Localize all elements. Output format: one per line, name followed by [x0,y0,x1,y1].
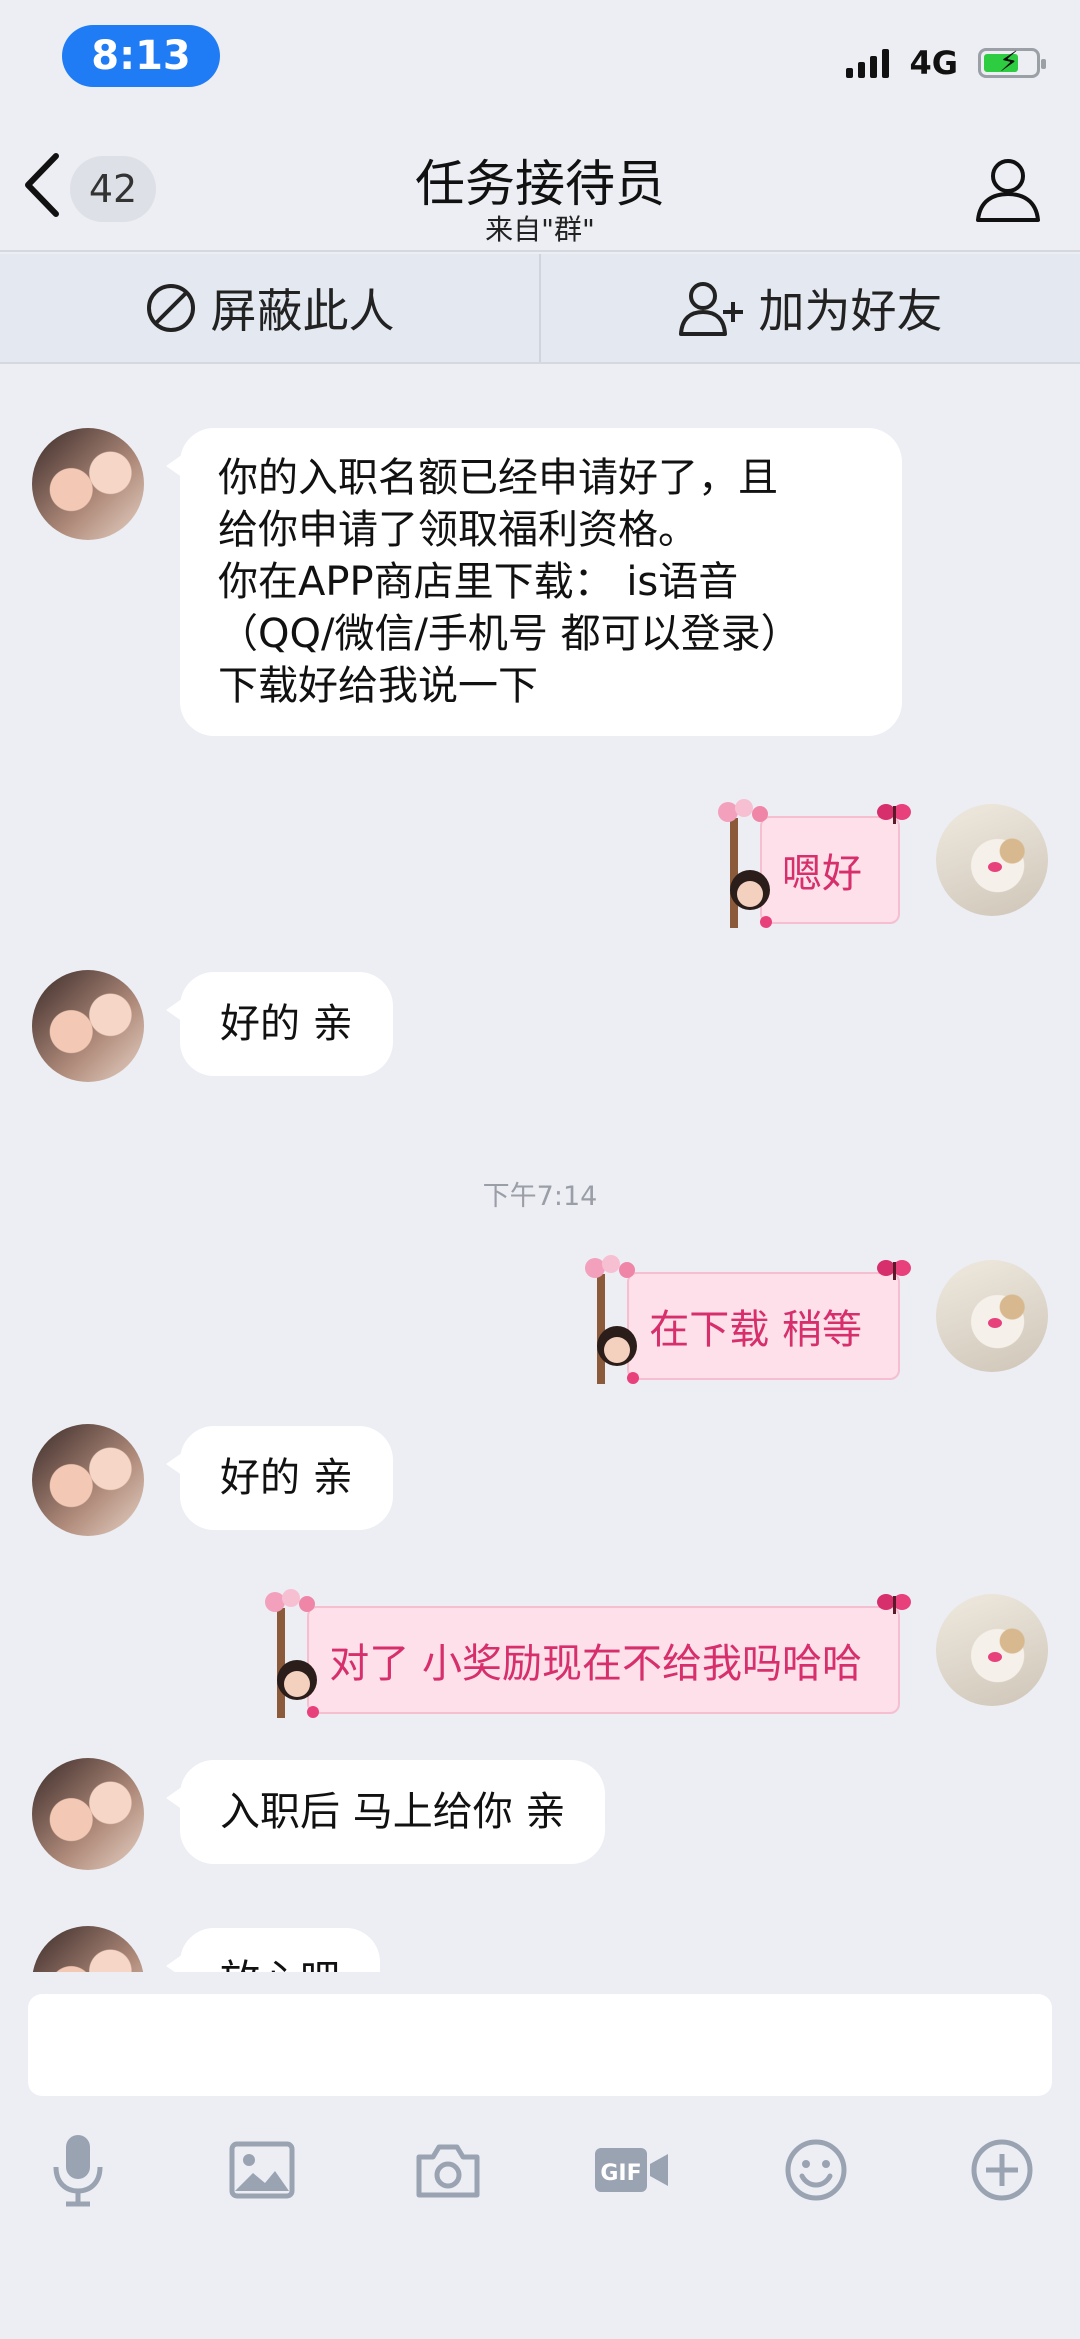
contact-avatar[interactable] [32,428,144,540]
status-indicators: 4G ⚡ [846,44,1046,82]
butterfly-icon [877,1260,911,1280]
add-friend-button[interactable]: 加为好友 [539,254,1080,362]
input-toolbar: GIF [0,2130,1080,2210]
message-line: （QQ/微信/手机号 都可以登录） [218,611,801,657]
chat-title: 任务接待员 [415,155,665,213]
message-text: 好的 亲 [220,1455,353,1501]
svg-text:GIF: GIF [600,2161,641,2186]
message-text: 对了 小奖励现在不给我吗哈哈 [329,1641,862,1687]
my-avatar[interactable] [936,1260,1048,1372]
my-avatar[interactable] [936,1594,1048,1706]
battery-icon: ⚡ [978,47,1046,78]
network-type: 4G [909,44,958,82]
message-bubble[interactable]: 对了 小奖励现在不给我吗哈哈 [265,1589,911,1718]
message-text: 嗯好 [782,851,862,897]
message-text: 放心吧 [220,1957,340,1972]
message-line: 你的入职名额已经申请好了，且 [218,455,778,501]
message-bubble[interactable]: 嗯好 [718,799,911,928]
contact-avatar[interactable] [32,970,144,1082]
message-text: 在下载 稍等 [649,1307,862,1353]
message-bubble[interactable]: 好的 亲 [166,1426,393,1530]
message-bubble[interactable]: 好的 亲 [166,972,393,1076]
message-bubble[interactable]: 入职后 马上给你 亲 [165,1760,606,1864]
add-friend-icon [678,282,743,336]
message-bubble[interactable]: 你的入职名额已经申请好了，且 给你申请了领取福利资格。 你在APP商店里下载： … [166,428,902,736]
message-line: 给你申请了领取福利资格。 [218,507,698,553]
block-user-button[interactable]: 屏蔽此人 [0,254,539,362]
message-bubble[interactable]: 在下载 稍等 [585,1255,911,1384]
emoji-icon[interactable] [776,2130,856,2210]
message-line: 你在APP商店里下载： is语音 [218,559,739,605]
contact-avatar[interactable] [32,1424,144,1536]
chat-message-list[interactable]: 你的入职名额已经申请好了，且 给你申请了领取福利资格。 你在APP商店里下载： … [0,366,1080,1972]
chat-subtitle: 来自"群" [485,213,595,246]
nav-bar: 42 任务接待员 来自"群" [0,110,1080,252]
sticker-decoration-icon [265,1589,320,1718]
message-input[interactable] [28,1994,1052,2096]
butterfly-icon [877,804,911,824]
status-time: 8:13 [62,25,220,87]
contact-avatar[interactable] [32,1758,144,1870]
my-avatar[interactable] [936,804,1048,916]
message-text: 入职后 马上给你 亲 [220,1789,566,1835]
message-timestamp: 下午7:14 [482,1181,598,1212]
gif-icon[interactable]: GIF [592,2130,672,2210]
image-icon[interactable] [222,2130,302,2210]
profile-icon[interactable] [972,152,1044,224]
block-user-label: 屏蔽此人 [210,284,395,338]
sticker-decoration-icon [585,1255,640,1384]
sticker-decoration-icon [718,799,772,928]
microphone-icon[interactable] [38,2130,118,2210]
status-bar: 8:13 4G ⚡ [0,0,1080,110]
butterfly-icon [877,1594,911,1614]
contact-avatar[interactable] [32,1926,144,1972]
message-text: 好的 亲 [220,1001,353,1047]
action-bar: 屏蔽此人 加为好友 [0,254,1080,364]
plus-icon[interactable] [962,2130,1042,2210]
camera-icon[interactable] [408,2130,488,2210]
message-line: 下载好给我说一下 [218,663,538,709]
block-icon [146,284,195,332]
add-friend-label: 加为好友 [758,284,943,338]
message-bubble[interactable]: 放心吧 [166,1928,380,1972]
signal-icon [846,48,890,78]
